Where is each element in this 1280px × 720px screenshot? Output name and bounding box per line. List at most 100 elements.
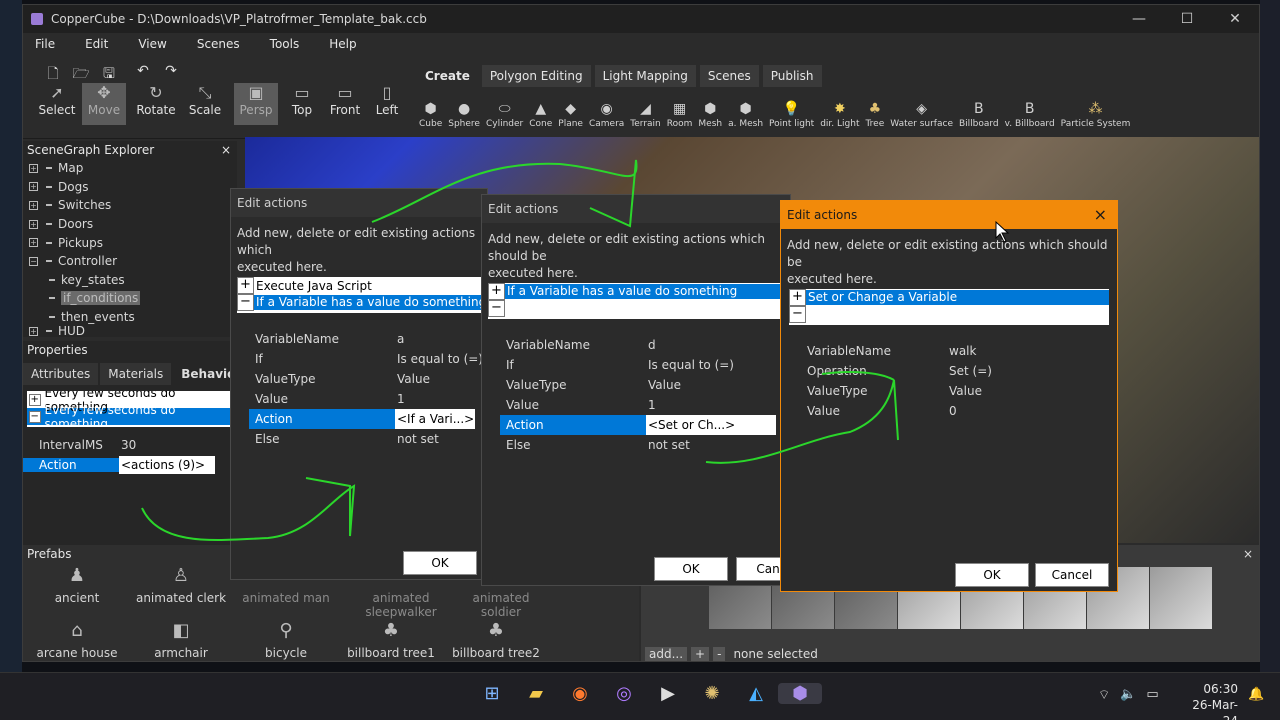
menu-help[interactable]: Help [329,37,356,51]
prefab-item[interactable]: ♣ billboard tree1 [341,620,441,660]
property-value[interactable]: 1 [646,398,656,412]
create-dir-light[interactable]: ✸ dir. Light [820,101,859,129]
action-item[interactable]: − [789,306,1109,323]
volume-icon[interactable]: 🔈 [1120,687,1136,703]
plus-button[interactable]: + [691,647,710,661]
prefab-item[interactable]: ♟ ancient [27,565,127,605]
add-action-button[interactable]: + [237,277,254,294]
remove-action-button[interactable]: − [237,294,254,311]
music-app-icon[interactable]: ◎ [602,683,646,704]
expand-icon[interactable]: + [29,200,38,210]
property-value[interactable]: <actions (9)> [119,456,215,474]
action-property-row[interactable]: Value 1 [249,389,405,409]
prefab-item[interactable]: ♣ billboard tree2 [446,620,546,660]
minus-button[interactable]: - [713,647,726,661]
tab-publish[interactable]: Publish [762,65,822,87]
tab-polygon-editing[interactable]: Polygon Editing [481,65,591,87]
remove-behavior-button[interactable]: − [29,410,41,423]
action-property-row[interactable]: ValueType Value [801,381,982,401]
tree-node[interactable]: + Dogs [23,178,237,197]
action-property-row[interactable]: Operation Set (=) [801,361,992,381]
action-property-row[interactable]: ValueType Value [249,369,430,389]
add-texture-button[interactable]: add... [645,647,688,661]
create-room[interactable]: ▦ Room [667,101,693,129]
tree-child-node[interactable]: then_events [23,308,237,327]
tab-light-mapping[interactable]: Light Mapping [594,65,696,87]
tree-node[interactable]: + HUD [23,326,237,336]
property-value[interactable]: Is equal to (=) [395,352,483,366]
create-water-surface[interactable]: ◈ Water surface [890,101,953,129]
property-value[interactable]: <Set or Ch...> [646,415,776,435]
tab-materials[interactable]: Materials [100,363,172,385]
create-point-light[interactable]: 💡 Point light [769,101,814,129]
vector-app-icon[interactable]: ◭ [734,683,778,704]
property-value[interactable]: not set [646,438,690,452]
firefox-icon[interactable]: ◉ [558,683,602,704]
tab-attributes[interactable]: Attributes [23,363,99,385]
create-cylinder[interactable]: ⬭ Cylinder [486,101,523,129]
tree-node[interactable]: − Controller [23,252,237,271]
expand-icon[interactable]: + [29,238,38,248]
behavior-item-selected[interactable]: − Every few seconds do something [27,403,233,427]
property-value[interactable]: d [646,338,656,352]
property-row[interactable]: IntervalMS 30 [23,435,237,455]
create-animated-mesh[interactable]: ⬢ a. Mesh [728,101,763,129]
tree-child-node[interactable]: if_conditions [23,289,237,308]
property-value[interactable]: <If a Vari...> [395,409,475,429]
menu-edit[interactable]: Edit [85,37,108,51]
action-property-row[interactable]: ValueType Value [500,375,681,395]
maximize-icon[interactable]: ☐ [1163,11,1211,27]
select-tool-button[interactable]: ➚ Select [35,83,79,125]
remove-action-button[interactable]: − [789,306,806,323]
tree-child-node[interactable]: key_states [23,271,237,290]
action-item-selected[interactable]: − If a Variable has a value do something [237,294,487,311]
action-property-row[interactable]: Else not set [249,429,439,449]
coppercube-taskbar-icon[interactable]: ⬢ [778,683,822,704]
action-property-row[interactable]: If Is equal to (=) [249,349,483,369]
rotate-tool-button[interactable]: ↻ Rotate [134,83,178,125]
move-tool-button[interactable]: ✥ Move [82,83,126,125]
property-value[interactable]: a [395,332,404,346]
expand-icon[interactable]: + [29,219,38,229]
create-sphere[interactable]: ● Sphere [448,101,480,129]
create-v-billboard[interactable]: Bv. Billboard [1005,101,1055,129]
notification-bell-icon[interactable]: 🔔 [1248,687,1264,702]
persp-view-button[interactable]: ▣ Persp [234,83,278,125]
texture-panel-close-icon[interactable]: × [1243,547,1253,561]
prefab-item[interactable]: ◧ armchair [131,620,231,660]
create-cone[interactable]: ▲ Cone [529,101,552,129]
create-billboard[interactable]: B Billboard [959,101,999,129]
clock[interactable]: 06:30 26-Mar-24 [1180,681,1238,720]
top-view-button[interactable]: ▭ Top [280,83,324,125]
menu-scenes[interactable]: Scenes [197,37,240,51]
property-row-selected[interactable]: Action <actions (9)> [23,455,237,475]
action-property-row[interactable]: VariableName a [249,329,404,349]
ok-button[interactable]: OK [403,551,477,575]
ok-button[interactable]: OK [955,563,1029,587]
action-property-row[interactable]: Else not set [500,435,690,455]
close-icon[interactable]: ✕ [1211,11,1259,27]
menu-tools[interactable]: Tools [270,37,300,51]
prefab-item[interactable]: ⌂ arcane house [27,620,127,660]
property-value[interactable]: 0 [947,404,957,418]
property-value[interactable]: Set (=) [947,364,992,378]
collapse-icon[interactable]: − [29,256,38,266]
cancel-button[interactable]: Cancel [1035,563,1109,587]
media-player-icon[interactable]: ▶ [646,683,690,704]
property-value[interactable]: Value [395,372,430,386]
action-item-selected[interactable]: + Set or Change a Variable [789,289,1109,306]
property-value[interactable]: Value [646,378,681,392]
add-behavior-button[interactable]: + [29,393,41,406]
tree-node[interactable]: + Map [23,159,237,178]
action-property-row[interactable]: If Is equal to (=) [500,355,734,375]
expand-icon[interactable]: + [29,163,38,173]
create-camera[interactable]: ◉ Camera [589,101,624,129]
add-action-button[interactable]: + [789,289,806,306]
texture-thumb[interactable] [1150,567,1212,629]
property-value[interactable]: not set [395,432,439,446]
action-property-row[interactable]: VariableName walk [801,341,976,361]
chat-app-icon[interactable]: ✺ [690,683,734,704]
action-item[interactable]: + Execute Java Script [237,277,487,294]
windows-start-icon[interactable]: ⊞ [470,683,514,704]
remove-action-button[interactable]: − [488,300,505,317]
